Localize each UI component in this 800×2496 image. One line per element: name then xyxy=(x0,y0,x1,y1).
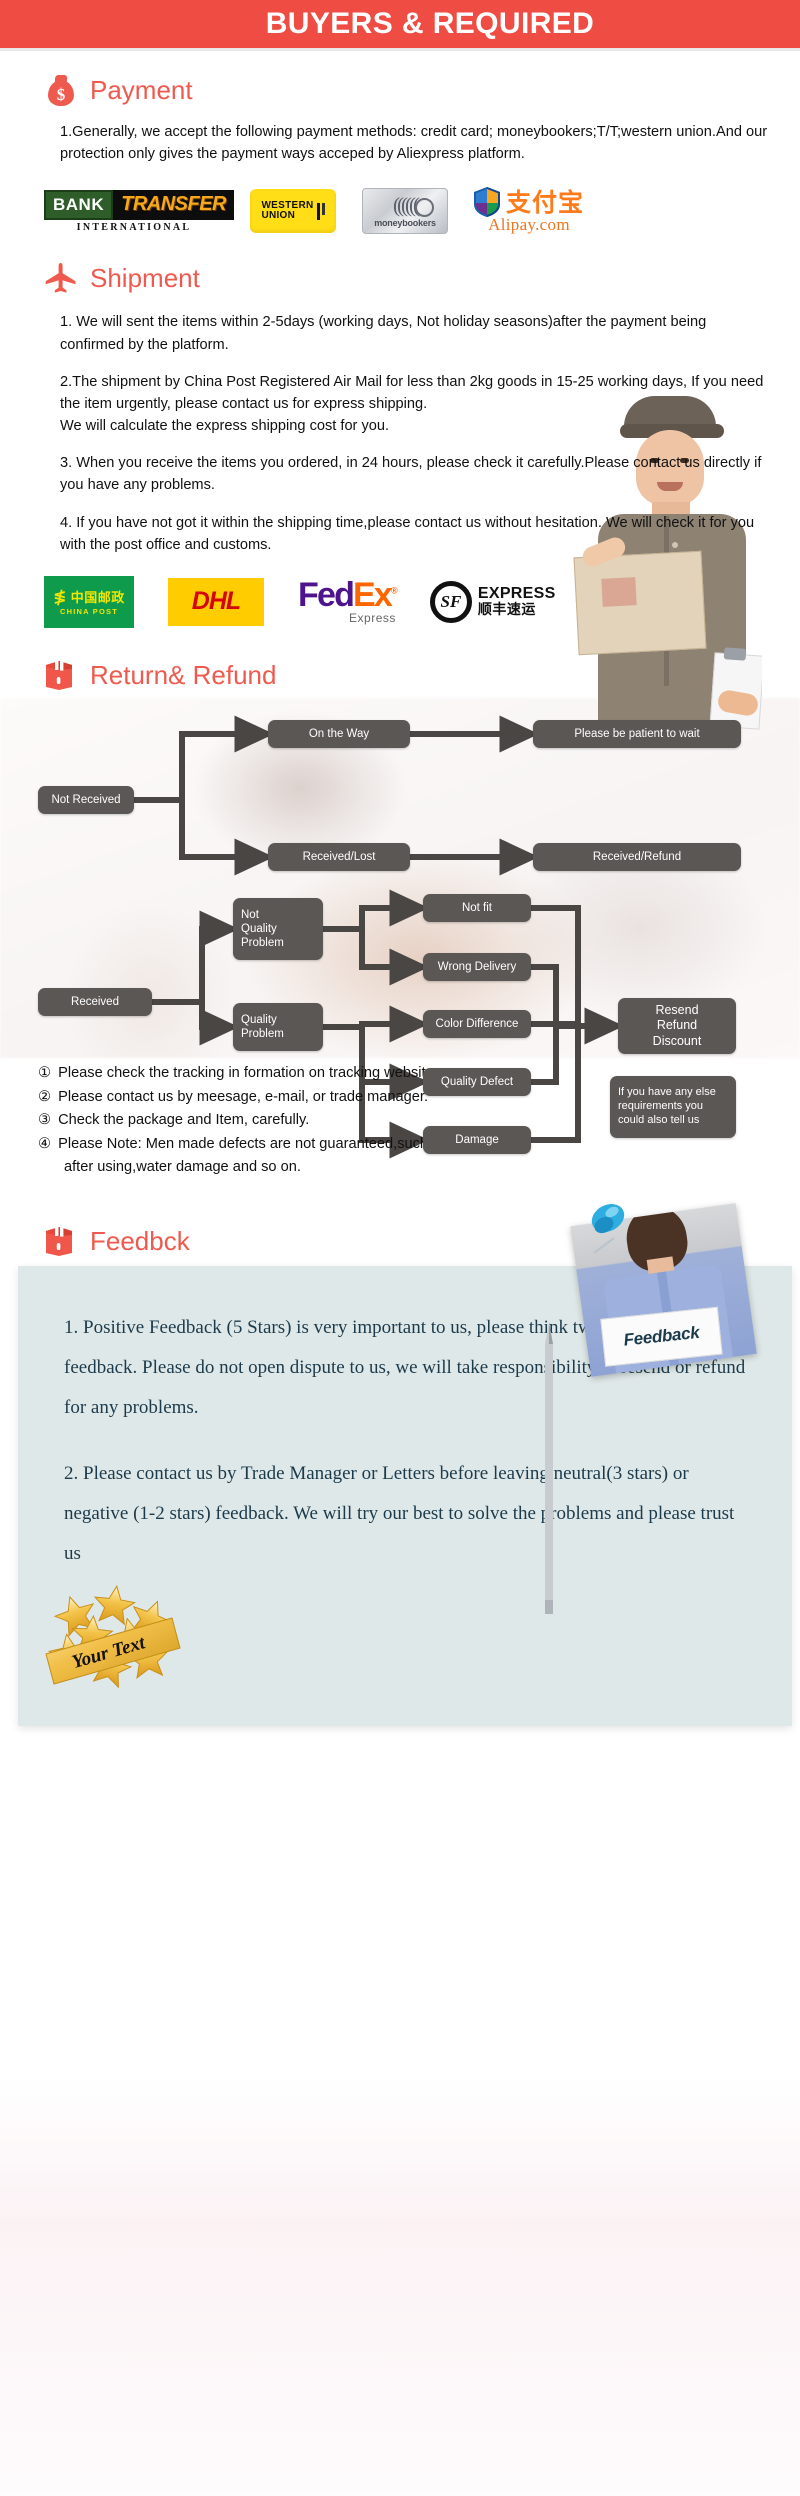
shipment-heading-label: Shipment xyxy=(90,263,200,294)
shipment-paragraph-4: 3. When you receive the items you ordere… xyxy=(60,455,762,494)
returns-note-2-marker: ② xyxy=(38,1088,52,1105)
payment-paragraph: 1.Generally, we accept the following pay… xyxy=(60,124,768,163)
fedex-wordmark-ex: Ex xyxy=(353,576,393,615)
bank-transfer-word-bank: BANK xyxy=(44,189,114,220)
shipment-paragraph-5: 4. If you have not got it within the shi… xyxy=(60,514,755,553)
moneybookers-wordmark: moneybookers xyxy=(374,217,436,228)
flow-node-damage: Damage xyxy=(423,1125,531,1154)
fedex-registered-icon: ® xyxy=(391,586,398,597)
flow-node-not-fit: Not fit xyxy=(423,893,531,922)
page-background-gradient xyxy=(0,2076,800,2496)
shipment-paragraph-2: 2.The shipment by China Post Registered … xyxy=(60,373,764,412)
flow-node-not-received: Not Received xyxy=(38,785,134,814)
alipay-shield-icon xyxy=(474,187,500,218)
returns-note-2-text: Please contact us by meesage, e-mail, or… xyxy=(58,1088,428,1105)
package-box-icon xyxy=(44,658,78,692)
flow-node-quality-problem: Quality Problem xyxy=(233,1002,323,1051)
shipment-section-heading: Shipment xyxy=(0,261,800,295)
money-bag-icon: $ xyxy=(44,73,78,107)
payment-logo-row: BANK TRANSFER INTERNATIONAL WESTERN UNIO… xyxy=(0,187,800,235)
flow-node-resend-refund-discount: Resend Refund Discount xyxy=(618,997,736,1054)
buyers-required-page: BUYERS & REQUIRED $ Payment 1.Generally,… xyxy=(0,0,800,2496)
returns-note-1-marker: ① xyxy=(38,1064,52,1081)
bank-transfer-word-international: INTERNATIONAL xyxy=(76,221,192,233)
western-union-logo: WESTERN UNION xyxy=(250,189,336,234)
china-post-emblem-icon: ≸ xyxy=(53,586,67,606)
airplane-icon xyxy=(44,261,78,295)
china-post-chinese-wordmark: 中国邮政 xyxy=(70,591,125,607)
alipay-domain-wordmark: Alipay.com xyxy=(488,215,570,235)
payment-section-heading: $ Payment xyxy=(0,73,800,107)
western-union-bars-icon xyxy=(316,202,325,220)
western-union-word-union: UNION xyxy=(261,210,296,222)
push-pin-icon xyxy=(591,1204,625,1254)
shipment-paragraph-1: 1. We will sent the items within 2-5days… xyxy=(60,314,707,353)
flow-node-quality-defect: Quality Defect xyxy=(423,1067,531,1096)
alipay-logo: 支付宝 Alipay.com xyxy=(474,187,584,235)
feedback-heading-label: Feedbck xyxy=(90,1226,190,1257)
flow-node-not-quality-problem: Not Quality Problem xyxy=(233,897,323,960)
sf-express-chinese-wordmark: 顺丰速运 xyxy=(477,601,536,618)
package-box-icon xyxy=(44,1224,78,1258)
dhl-logo: DHL xyxy=(168,577,264,626)
fedex-logo: FedEx® Express xyxy=(298,576,398,626)
china-post-english-wordmark: CHINA POST xyxy=(60,607,118,617)
china-post-logo: ≸ 中国邮政 CHINA POST xyxy=(44,575,134,628)
returns-note-4-text: Please Note: Men made defects are not gu… xyxy=(58,1135,485,1152)
flow-node-on-the-way: On the Way xyxy=(268,719,410,748)
sf-monogram-icon: SF xyxy=(429,580,472,623)
page-title: BUYERS & REQUIRED xyxy=(265,7,595,40)
feedback-sign-text: Feedback xyxy=(622,1322,701,1350)
feedback-section: Feedback 1. Positive Feedback (5 Stars) … xyxy=(0,1203,800,1727)
pencil-icon xyxy=(545,1322,553,1615)
page-banner: BUYERS & REQUIRED xyxy=(0,0,800,51)
fedex-subtitle: Express xyxy=(349,611,396,626)
flow-node-received-refund: Received/Refund xyxy=(533,842,741,871)
bank-transfer-logo: BANK TRANSFER INTERNATIONAL xyxy=(44,189,234,233)
flow-node-received: Received xyxy=(38,987,152,1016)
feedback-paragraph-2: 2. Please contact us by Trade Manager or… xyxy=(64,1462,735,1564)
bank-transfer-word-transfer: TRANSFER xyxy=(113,189,234,220)
moneybookers-wave-icon: (((((( xyxy=(393,192,420,217)
moneybookers-ring-icon xyxy=(415,198,434,218)
alipay-chinese-wordmark: 支付宝 xyxy=(506,187,585,217)
sf-express-english-wordmark: EXPRESS xyxy=(477,585,556,603)
returns-note-1-text: Please check the tracking in formation o… xyxy=(58,1064,438,1081)
returns-note-3-marker: ③ xyxy=(38,1112,52,1129)
flow-node-received-lost: Received/Lost xyxy=(268,842,410,871)
flow-node-please-be-patient: Please be patient to wait xyxy=(533,719,741,748)
moneybookers-logo: (((((( moneybookers xyxy=(362,188,448,235)
fedex-wordmark-fed: Fed xyxy=(298,576,355,615)
returns-heading-label: Return& Refund xyxy=(90,659,277,690)
flow-node-color-difference: Color Difference xyxy=(423,1009,531,1038)
flow-node-wrong-delivery: Wrong Delivery xyxy=(423,952,531,981)
dhl-wordmark: DHL xyxy=(191,587,241,616)
your-text-star-badge: Your Text xyxy=(45,1583,181,1690)
returns-note-3-text: Check the package and Item, carefully. xyxy=(58,1112,310,1129)
shipment-paragraph-3: We will calculate the express shipping c… xyxy=(60,418,390,435)
flow-node-else-requirements: If you have any else requirements you co… xyxy=(610,1075,736,1138)
payment-heading-label: Payment xyxy=(90,75,193,105)
sf-express-logo: SF EXPRESS 顺丰速运 xyxy=(429,580,556,623)
returns-note-4-continuation: after using,water damage and so on. xyxy=(64,1159,301,1176)
payment-paragraph-block: 1.Generally, we accept the following pay… xyxy=(0,121,800,165)
returns-note-4-marker: ④ xyxy=(38,1135,52,1152)
shipment-paragraph-block: 1. We will sent the items within 2-5days… xyxy=(0,311,800,556)
